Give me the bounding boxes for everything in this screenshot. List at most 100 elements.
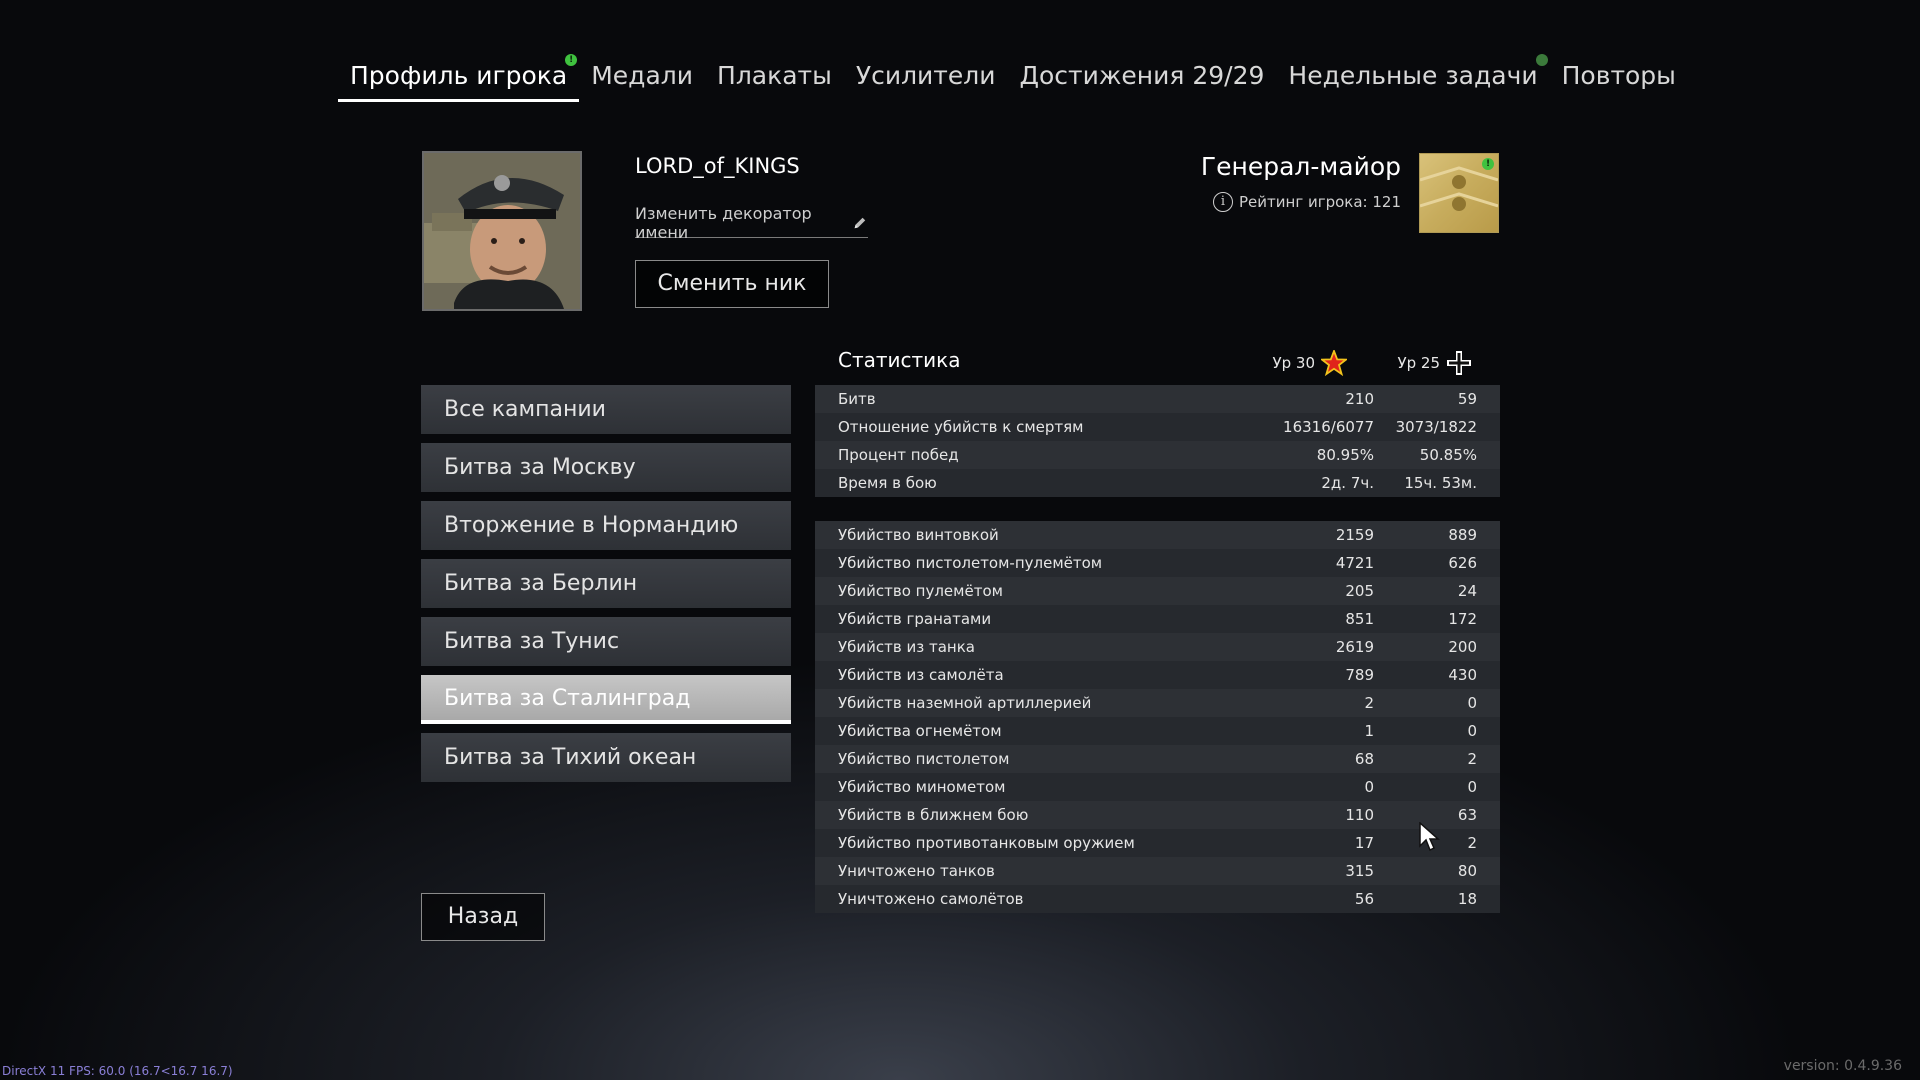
- stat-value-level1: 4721: [1335, 554, 1374, 572]
- stat-label: Уничтожено танков: [838, 862, 995, 880]
- stat-value-level1: 2д. 7ч.: [1321, 474, 1374, 492]
- player-rating-label: Рейтинг игрока: 121: [1239, 193, 1401, 211]
- player-avatar[interactable]: [422, 151, 582, 311]
- tab-replays[interactable]: Повторы: [1550, 56, 1688, 102]
- campaign-item-normandy[interactable]: Вторжение в Нормандию: [421, 501, 791, 550]
- tab-label: Профиль игрока: [350, 61, 568, 90]
- tab-player-profile[interactable]: Профиль игрока !: [338, 54, 580, 102]
- stat-value-level2: 0: [1467, 778, 1477, 796]
- stat-label: Уничтожено самолётов: [838, 890, 1024, 908]
- rank-title: Генерал-майор: [1200, 152, 1401, 181]
- campaign-list: Все кампании Битва за Москву Вторжение в…: [421, 385, 791, 791]
- table-row: Убийство пистолетом 68 2: [815, 745, 1500, 773]
- stat-value-level1: 17: [1354, 834, 1374, 852]
- stat-value-level1: 789: [1345, 666, 1374, 684]
- stat-value-level2: 3073/1822: [1395, 418, 1477, 436]
- tab-achievements[interactable]: Достижения 29/29: [1007, 56, 1276, 102]
- mouse-cursor-icon: [1419, 822, 1440, 852]
- stat-value-level2: 50.85%: [1419, 446, 1477, 464]
- stat-label: Убийство пистолетом: [838, 750, 1010, 768]
- stat-label: Битв: [838, 390, 876, 408]
- level-column-header-2: Ур 25: [1397, 350, 1472, 376]
- stat-label: Убийство минометом: [838, 778, 1006, 796]
- table-row: Битв 210 59: [815, 385, 1500, 413]
- stat-value-level1: 315: [1345, 862, 1374, 880]
- stat-value-level1: 68: [1354, 750, 1374, 768]
- level-1-label: Ур 30: [1272, 354, 1315, 372]
- tab-label: Медали: [591, 61, 694, 90]
- tab-weekly-tasks[interactable]: Недельные задачи: [1276, 54, 1549, 102]
- campaign-item-berlin[interactable]: Битва за Берлин: [421, 559, 791, 608]
- version-label: version: 0.4.9.36: [1783, 1058, 1902, 1074]
- table-row: Уничтожено самолётов 56 18: [815, 885, 1500, 913]
- stat-value-level2: 626: [1448, 554, 1477, 572]
- campaign-item-tunisia[interactable]: Битва за Тунис: [421, 617, 791, 666]
- player-username: LORD_of_KINGS: [635, 154, 800, 178]
- tab-medals[interactable]: Медали: [579, 56, 705, 102]
- campaign-item-pacific[interactable]: Битва за Тихий океан: [421, 733, 791, 782]
- back-button[interactable]: Назад: [421, 893, 545, 941]
- tab-boosters[interactable]: Усилители: [844, 56, 1008, 102]
- stat-label: Процент побед: [838, 446, 959, 464]
- iron-cross-icon: [1447, 351, 1471, 375]
- stat-label: Время в бою: [838, 474, 937, 492]
- campaign-item-moscow[interactable]: Битва за Москву: [421, 443, 791, 492]
- stat-value-level1: 210: [1345, 390, 1374, 408]
- tab-label: Повторы: [1561, 61, 1676, 90]
- table-row: Убийства огнемётом 1 0: [815, 717, 1500, 745]
- table-row: Убийство противотанковым оружием 17 2: [815, 829, 1500, 857]
- stat-label: Убийство пулемётом: [838, 582, 1003, 600]
- table-row: Уничтожено танков 315 80: [815, 857, 1500, 885]
- stat-value-level2: 15ч. 53м.: [1404, 474, 1477, 492]
- stat-value-level2: 889: [1448, 526, 1477, 544]
- stat-label: Убийство противотанковым оружием: [838, 834, 1135, 852]
- change-name-decorator-link[interactable]: Изменить декоратор имени: [635, 204, 868, 242]
- stats-summary-table: Битв 210 59 Отношение убийств к смертям 163…: [815, 385, 1500, 497]
- stat-value-level2: 0: [1467, 694, 1477, 712]
- stat-label: Убийств из самолёта: [838, 666, 1004, 684]
- level-column-header-1: Ур 30: [1272, 350, 1347, 376]
- stat-value-level1: 205: [1345, 582, 1374, 600]
- tab-label: Усилители: [855, 61, 996, 90]
- notification-dot-icon: !: [1482, 158, 1494, 170]
- stat-label: Отношение убийств к смертям: [838, 418, 1084, 436]
- campaign-item-stalingrad[interactable]: Битва за Сталинград: [421, 675, 791, 724]
- stats-header: Статистика Ур 30 Ур 25: [815, 344, 1500, 380]
- stat-value-level2: 430: [1448, 666, 1477, 684]
- stat-label: Убийств из танка: [838, 638, 975, 656]
- player-rating: i Рейтинг игрока: 121: [1213, 192, 1401, 212]
- stat-label: Убийства огнемётом: [838, 722, 1002, 740]
- tab-label: Достижения 29/29: [1019, 61, 1265, 90]
- decorator-link-label: Изменить декоратор имени: [635, 203, 812, 242]
- stat-value-level1: 1: [1364, 722, 1374, 740]
- stats-title: Статистика: [838, 348, 961, 372]
- stat-value-level2: 172: [1448, 610, 1477, 628]
- table-row: Убийств гранатами 851 172: [815, 605, 1500, 633]
- table-row: Время в бою 2д. 7ч. 15ч. 53м.: [815, 469, 1500, 497]
- info-icon[interactable]: i: [1213, 192, 1233, 212]
- stat-value-level2: 0: [1467, 722, 1477, 740]
- table-row: Убийств наземной артиллерией 2 0: [815, 689, 1500, 717]
- pencil-icon: [854, 217, 866, 228]
- stat-value-level1: 56: [1354, 890, 1374, 908]
- stat-value-level2: 18: [1457, 890, 1477, 908]
- profile-tabs: Профиль игрока ! Медали Плакаты Усилител…: [338, 54, 1688, 102]
- tab-label: Недельные задачи: [1288, 61, 1538, 90]
- notification-dot-icon: !: [565, 54, 578, 66]
- table-row: Убийств из самолёта 789 430: [815, 661, 1500, 689]
- level-2-label: Ур 25: [1397, 354, 1440, 372]
- stat-label: Убийств наземной артиллерией: [838, 694, 1092, 712]
- notification-dot-icon: [1535, 54, 1548, 66]
- table-row: Процент побед 80.95% 50.85%: [815, 441, 1500, 469]
- stat-value-level1: 110: [1345, 806, 1374, 824]
- tab-posters[interactable]: Плакаты: [705, 56, 844, 102]
- avatar-portrait-image: [424, 153, 580, 309]
- stat-value-level1: 2159: [1335, 526, 1374, 544]
- tab-label: Плакаты: [717, 61, 832, 90]
- stat-label: Убийство пистолетом-пулемётом: [838, 554, 1103, 572]
- rank-insignia-badge[interactable]: !: [1419, 153, 1499, 233]
- stat-value-level1: 16316/6077: [1283, 418, 1374, 436]
- change-nick-button[interactable]: Сменить ник: [635, 260, 829, 308]
- campaign-item-all[interactable]: Все кампании: [421, 385, 791, 434]
- stat-value-level1: 851: [1345, 610, 1374, 628]
